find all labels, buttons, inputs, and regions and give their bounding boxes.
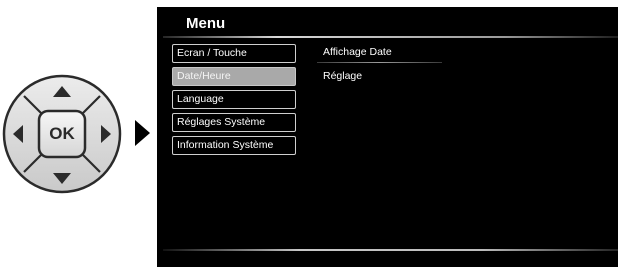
- menu-item-date-heure[interactable]: Date/Heure: [172, 67, 296, 86]
- menu-item-information-systeme[interactable]: Information Système: [172, 136, 296, 155]
- submenu-item-reglage[interactable]: Réglage: [317, 68, 442, 85]
- menu-title: Menu: [186, 15, 226, 32]
- menu-list: Ecran / Touche Date/Heure Language Régla…: [172, 44, 296, 159]
- submenu: Affichage Date Réglage: [317, 44, 442, 85]
- device-screen: Menu Ecran / Touche Date/Heure Language …: [157, 7, 618, 267]
- submenu-item-affichage-date[interactable]: Affichage Date: [317, 44, 442, 61]
- submenu-divider: [317, 62, 442, 63]
- dpad-control: OK: [0, 0, 150, 267]
- menu-item-ecran-touche[interactable]: Ecran / Touche: [172, 44, 296, 63]
- menu-item-language[interactable]: Language: [172, 90, 296, 109]
- bottom-divider: [163, 249, 618, 251]
- title-divider: [163, 36, 618, 38]
- pointer-arrow-icon: [135, 120, 150, 146]
- ok-button-label: OK: [49, 124, 75, 143]
- menu-item-reglages-systeme[interactable]: Réglages Système: [172, 113, 296, 132]
